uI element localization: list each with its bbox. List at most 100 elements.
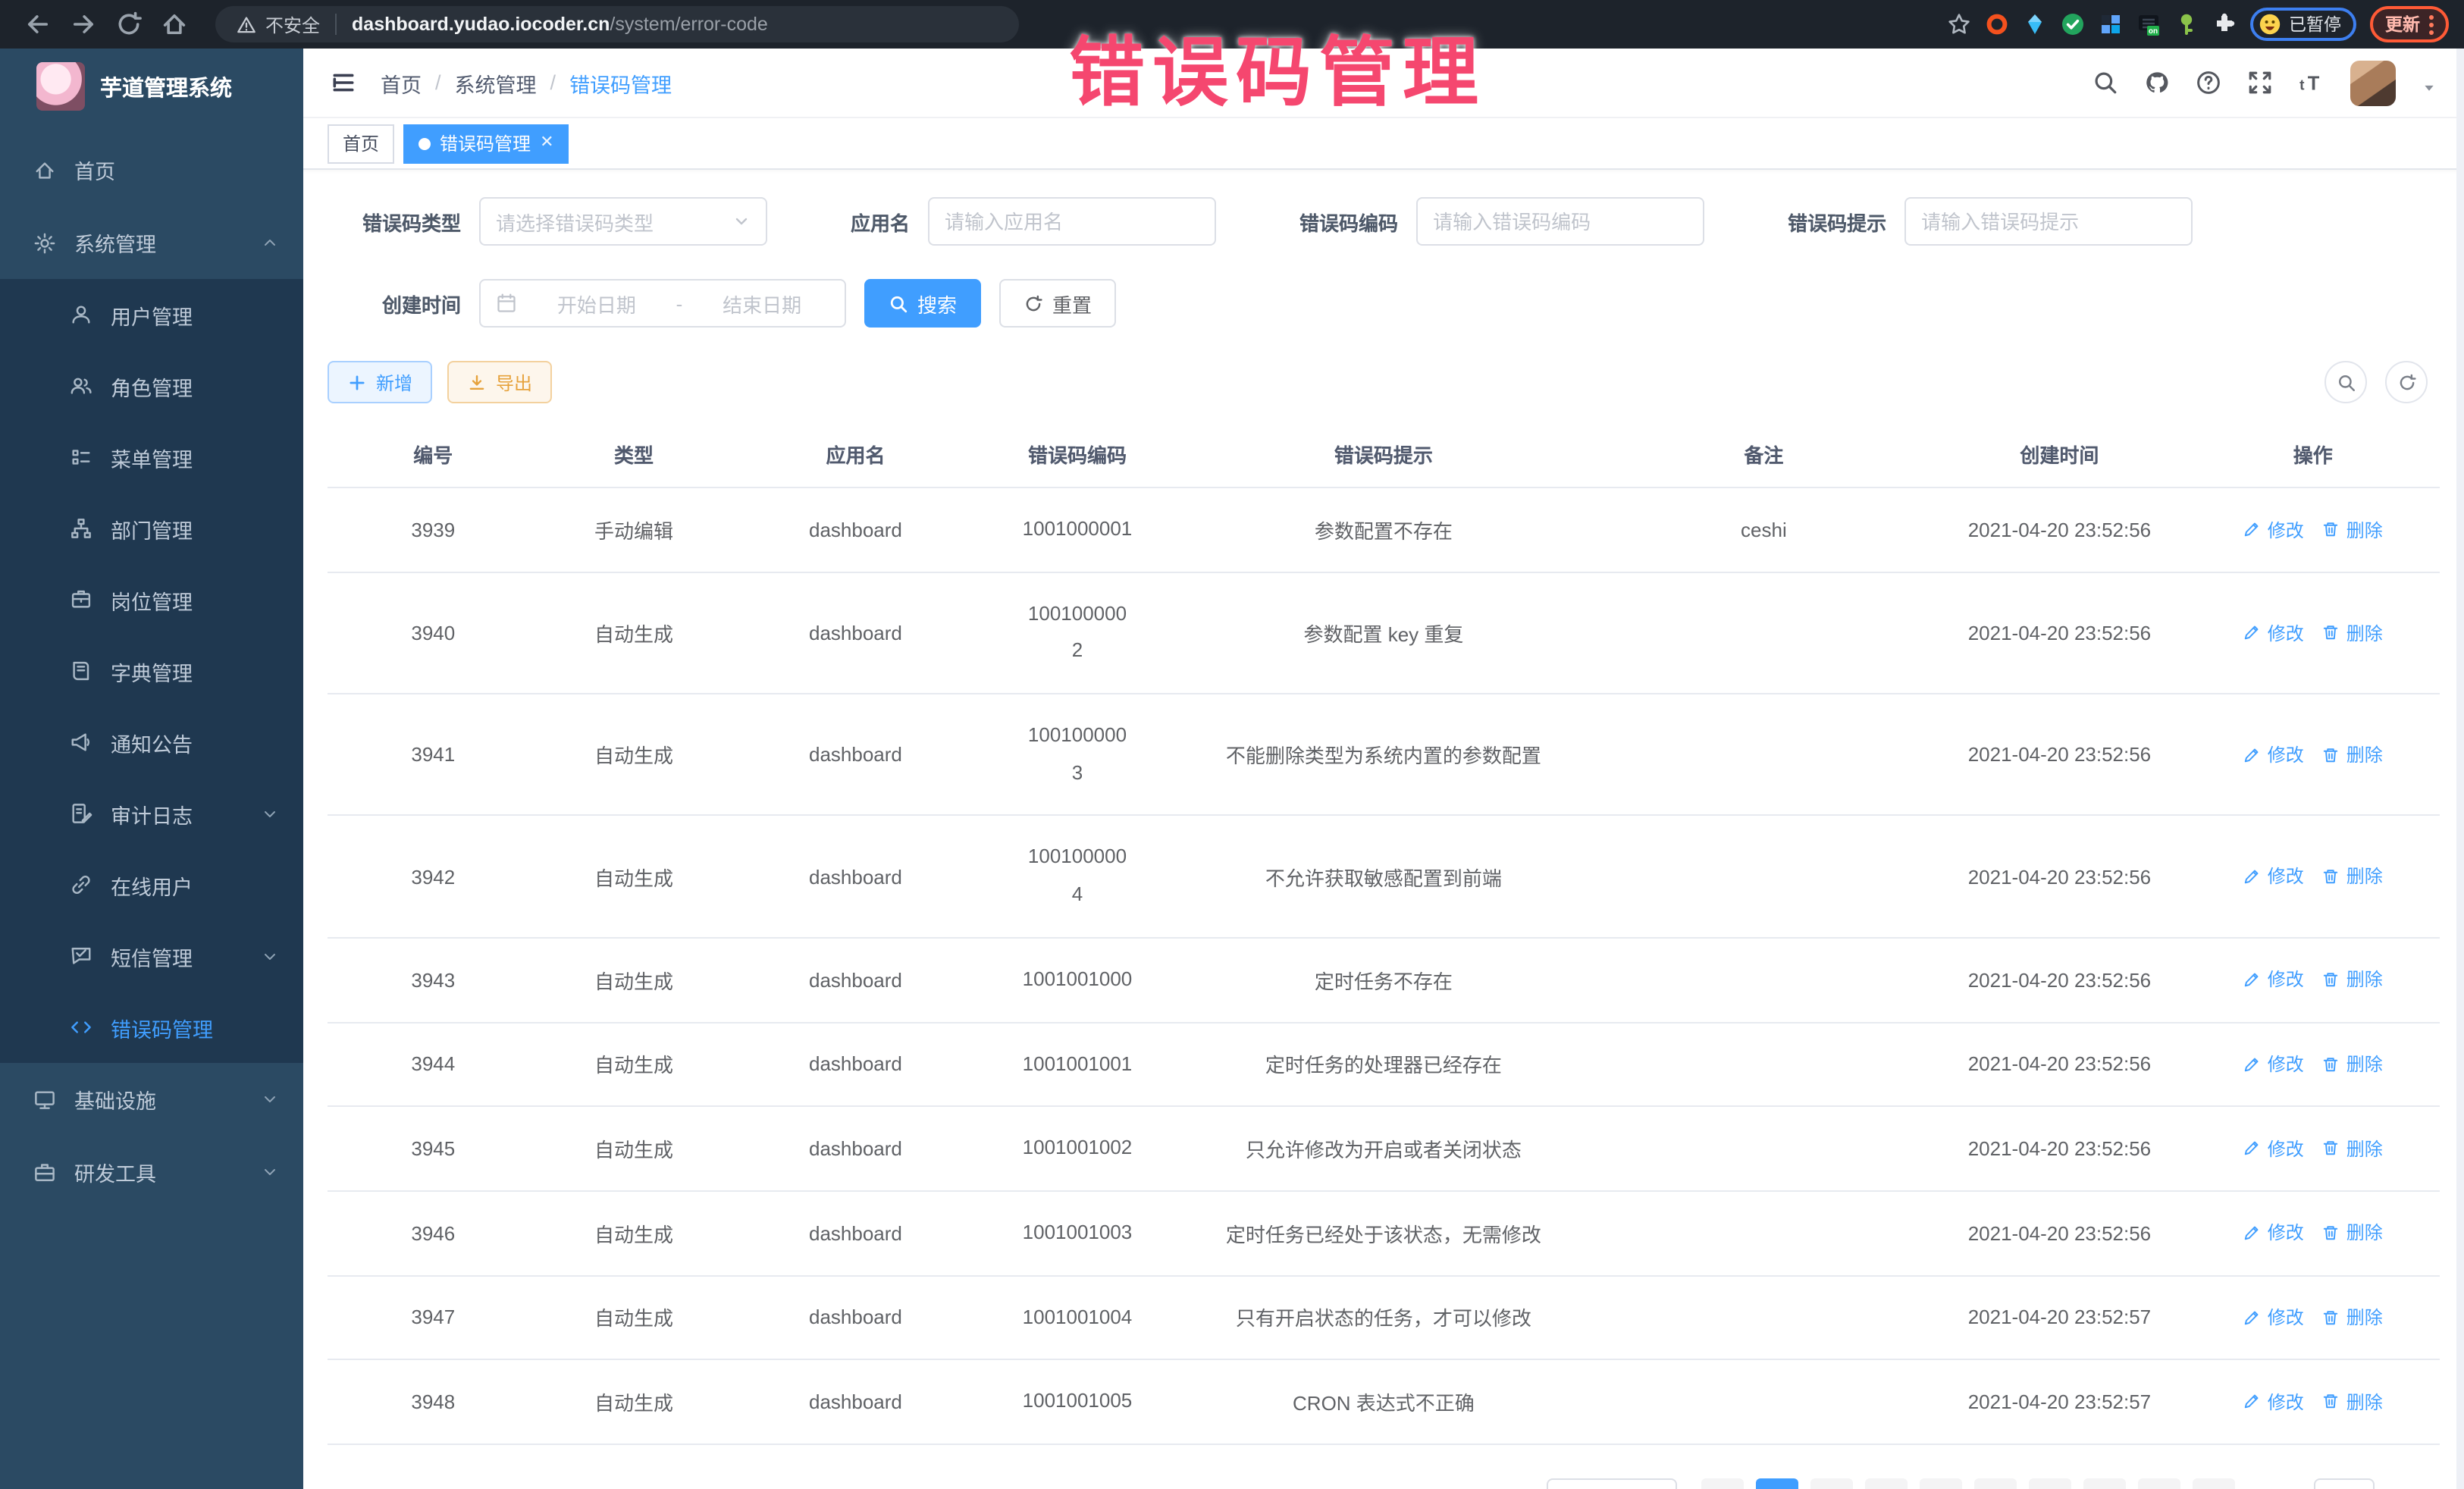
delete-link[interactable]: 删除 [2322,1304,2383,1330]
delete-link[interactable]: 删除 [2322,741,2383,767]
delete-link[interactable]: 删除 [2322,1220,2383,1246]
user-avatar[interactable] [2350,60,2396,105]
page-button-1[interactable]: 1 [1756,1478,1798,1489]
more-pages-button[interactable]: ··· [2083,1478,2126,1489]
browser-reload-icon[interactable] [115,11,143,38]
toggle-search-button[interactable] [2324,361,2367,403]
delete-link[interactable]: 删除 [2322,1389,2383,1415]
delete-link[interactable]: 删除 [2322,1136,2383,1161]
page-button-2[interactable]: 2 [1810,1478,1853,1489]
app-logo-row[interactable]: 芋道管理系统 [0,49,303,124]
sidebar-item-audit[interactable]: 审计日志 [0,778,303,849]
delete-link[interactable]: 删除 [2322,967,2383,992]
search-button[interactable]: 搜索 [864,279,981,328]
delete-link[interactable]: 删除 [2322,864,2383,889]
sidebar-item-dict[interactable]: 字典管理 [0,635,303,707]
avatar-caret-down-icon[interactable] [2422,75,2437,90]
page-button-3[interactable]: 3 [1865,1478,1908,1489]
browser-back-icon[interactable] [24,11,52,38]
fullscreen-icon[interactable] [2247,70,2273,96]
github-icon[interactable] [2144,70,2170,96]
page-button-8[interactable]: 8 [2138,1478,2180,1489]
badge-icon [70,588,92,611]
edit-link[interactable]: 修改 [2243,1220,2304,1246]
page-button-4[interactable]: 4 [1920,1478,1962,1489]
edit-link[interactable]: 修改 [2243,516,2304,542]
extension-orange-ring-icon[interactable] [1984,12,2008,36]
edit-link[interactable]: 修改 [2243,1304,2304,1330]
sidebar-item-home[interactable]: 首页 [0,133,303,206]
edit-link[interactable]: 修改 [2243,864,2304,889]
cell-id: 3943 [328,938,539,1022]
sidebar-item-role[interactable]: 角色管理 [0,350,303,422]
edit-link[interactable]: 修改 [2243,619,2304,645]
browser-forward-icon[interactable] [70,11,97,38]
font-size-icon[interactable]: tT [2299,70,2324,96]
extension-blue-grid-icon[interactable] [2098,12,2122,36]
extension-green-check-icon[interactable] [2060,12,2084,36]
collapse-sidebar-icon[interactable] [331,70,356,96]
goto-page-input[interactable] [2314,1478,2375,1489]
sidebar-item-errorcode[interactable]: 错误码管理 [0,992,303,1063]
edit-link[interactable]: 修改 [2243,741,2304,767]
edit-link[interactable]: 修改 [2243,1051,2304,1077]
sidebar-item-dept[interactable]: 部门管理 [0,493,303,564]
filter-row-1: 错误码类型 请选择错误码类型 应用名 错误码编码 [328,197,2440,246]
refresh-table-button[interactable] [2385,361,2428,403]
delete-link[interactable]: 删除 [2322,619,2383,645]
extension-blue-gem-icon[interactable] [2022,12,2046,36]
sidebar-item-online[interactable]: 在线用户 [0,849,303,920]
add-button[interactable]: 新增 [328,361,432,403]
delete-link[interactable]: 删除 [2322,516,2383,542]
bookmark-star-icon[interactable] [1946,12,1970,36]
help-icon[interactable] [2196,70,2221,96]
extension-list-on-icon[interactable]: on [2136,12,2160,36]
delete-link[interactable]: 删除 [2322,1051,2383,1077]
cell-code: 1001001004 [983,1275,1173,1359]
app-name-input[interactable] [945,210,1199,233]
page-button-5[interactable]: 5 [1974,1478,2017,1489]
extension-green-key-icon[interactable] [2174,12,2198,36]
cell-actions: 修改删除 [2187,1360,2440,1444]
address-bar[interactable]: 不安全 dashboard.yudao.iocoder.cn /system/e… [215,6,1019,42]
cell-app: dashboard [729,1191,982,1275]
edit-link[interactable]: 修改 [2243,967,2304,992]
cell-msg: 定时任务的处理器已经存在 [1172,1022,1594,1106]
breadcrumb-home[interactable]: 首页 [381,67,422,98]
col-id: 编号 [328,425,539,487]
sidebar-item-post[interactable]: 岗位管理 [0,564,303,635]
sidebar-item-user[interactable]: 用户管理 [0,279,303,350]
close-tab-icon[interactable]: ✕ [540,135,553,152]
header-search-icon[interactable] [2093,70,2118,96]
tab-error-code[interactable]: 错误码管理 ✕ [403,124,569,163]
browser-home-icon[interactable] [161,11,188,38]
error-code-input[interactable] [1433,210,1688,233]
edit-link[interactable]: 修改 [2243,1389,2304,1415]
sidebar-item-notice[interactable]: 通知公告 [0,707,303,778]
sidebar-item-devtools[interactable]: 研发工具 [0,1136,303,1208]
page-button-6[interactable]: 6 [2029,1478,2071,1489]
extension-paused-pill[interactable]: 已暂停 [2249,8,2356,41]
browser-extensions-puzzle-icon[interactable] [2212,12,2236,36]
breadcrumb-system[interactable]: 系统管理 [455,67,537,98]
scrollbar[interactable] [2456,49,2464,1489]
trash-icon [2322,1139,2340,1158]
export-button[interactable]: 导出 [447,361,552,403]
reset-button[interactable]: 重置 [999,279,1116,328]
sidebar-item-sms[interactable]: 短信管理 [0,920,303,992]
tab-home[interactable]: 首页 [328,124,394,163]
next-page-button[interactable] [2193,1478,2235,1489]
edit-link[interactable]: 修改 [2243,1136,2304,1161]
cell-id: 3946 [328,1191,539,1275]
error-message-input[interactable] [1921,210,2176,233]
prev-page-button[interactable] [1701,1478,1744,1489]
date-range-picker[interactable]: 开始日期 - 结束日期 [479,279,846,328]
page-size-select[interactable]: 10条/页 [1546,1478,1677,1489]
error-type-select[interactable]: 请选择错误码类型 [479,197,767,246]
browser-menu-dots-icon[interactable] [2429,14,2434,34]
browser-update-button[interactable]: 更新 [2370,6,2449,42]
sidebar-item-menu[interactable]: 菜单管理 [0,422,303,493]
sidebar-item-system[interactable]: 系统管理 [0,206,303,279]
start-date-placeholder: 开始日期 [529,289,664,318]
sidebar-item-infra[interactable]: 基础设施 [0,1063,303,1136]
